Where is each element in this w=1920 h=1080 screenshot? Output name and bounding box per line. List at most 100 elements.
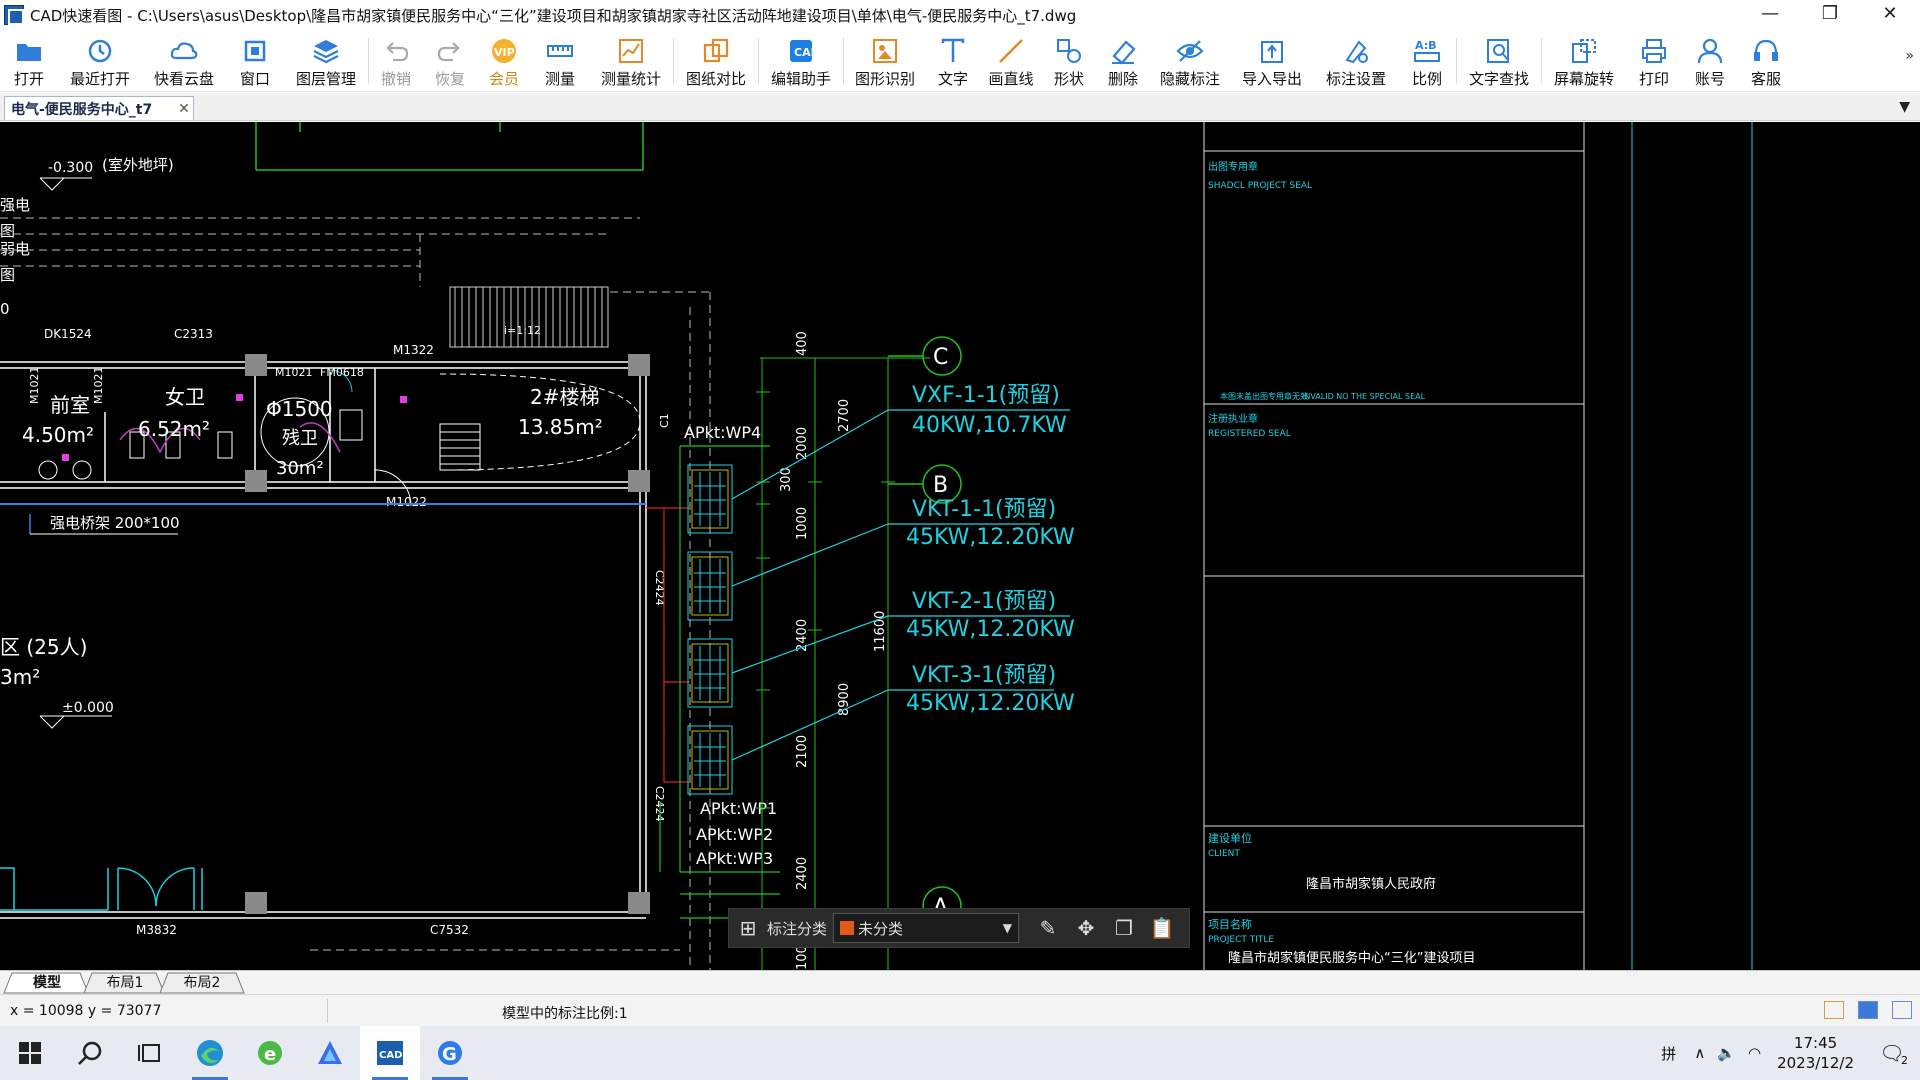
client-name: 隆昌市胡家镇人民政府 xyxy=(1306,876,1436,892)
toolbar-button-rotate-screen[interactable]: 屏幕旋转 xyxy=(1542,30,1626,92)
restore-button[interactable]: ❐ xyxy=(1800,0,1860,30)
toolbar-button-window[interactable]: 窗口 xyxy=(226,30,284,92)
drawing-canvas[interactable]: -0.300 (室外地坪) ±0.000 强电 图 弱电 图 0 i=1:12 xyxy=(0,122,1920,970)
dimension-text: 2700 xyxy=(837,399,852,432)
text-icon xyxy=(941,38,965,62)
feishu-icon[interactable] xyxy=(300,1026,360,1080)
cad-viewer-icon[interactable]: CAD xyxy=(360,1026,420,1080)
ie-icon[interactable]: e xyxy=(240,1026,300,1080)
chevron-down-icon: ▼ xyxy=(1002,921,1013,935)
notification-icon[interactable]: 🗨 2 xyxy=(1872,1041,1912,1067)
minimize-button[interactable]: — xyxy=(1740,0,1800,30)
edit-annotation-icon[interactable]: ✎ xyxy=(1029,909,1067,947)
status-bar: x = 10098 y = 73077 模型中的标注比例:1 xyxy=(0,994,1920,1026)
eraser-icon xyxy=(1112,40,1136,65)
toolbar-button-shapes[interactable]: 形状 xyxy=(1042,30,1096,92)
chrome-g-icon[interactable]: G xyxy=(420,1026,480,1080)
svg-text:e: e xyxy=(264,1044,276,1065)
room-label: 6.52m² xyxy=(138,417,210,441)
title-block-cn: 项目名称 xyxy=(1208,917,1252,931)
start-icon[interactable] xyxy=(0,1026,60,1080)
task-view-icon[interactable] xyxy=(120,1026,180,1080)
toolbar-button-printer[interactable]: 打印 xyxy=(1626,30,1682,92)
line-icon xyxy=(999,39,1023,63)
toggle-view-icon[interactable] xyxy=(1858,1001,1878,1019)
headset-icon xyxy=(1754,39,1778,61)
room-label: 女卫 xyxy=(165,385,205,409)
import-export-icon xyxy=(1261,41,1283,63)
toolbar-button-line[interactable]: 画直线 xyxy=(980,30,1042,92)
toolbar-button-eraser[interactable]: 删除 xyxy=(1096,30,1150,92)
speaker-icon[interactable]: 🔈 xyxy=(1717,1044,1736,1062)
layout-tab-bar: 模型 布局1 布局2 xyxy=(0,970,1920,994)
toolbar-label: 形状 xyxy=(1053,70,1084,88)
layout-icon[interactable] xyxy=(1824,1001,1844,1019)
toolbar-button-vip-badge[interactable]: VIP 会员 xyxy=(477,30,531,92)
room-label: C1 xyxy=(658,413,671,428)
toolbar-button-text-search[interactable]: 文字查找 xyxy=(1457,30,1541,92)
redo-icon xyxy=(437,42,460,62)
left-label: 0 xyxy=(0,300,10,318)
title-bar: CAD快速看图 - C:\Users\asus\Desktop\隆昌市胡家镇便民… xyxy=(0,0,1920,30)
toolbar-button-edit-assistant[interactable]: CAD 编辑助手 xyxy=(759,30,843,92)
toolbar-button-recent-clock[interactable]: 最近打开 xyxy=(58,30,142,92)
title-block-en: SHADCL PROJECT SEAL xyxy=(1208,181,1312,191)
toolbar-overflow-icon[interactable]: » xyxy=(1905,48,1914,64)
toolbar-label: 快看云盘 xyxy=(153,70,214,88)
toolbar-label: 隐藏标注 xyxy=(1159,70,1220,88)
room-label: 4.50m² xyxy=(22,423,94,447)
document-tab[interactable]: 电气-便民服务中心_t7 ✕ xyxy=(4,96,194,120)
search-icon[interactable] xyxy=(60,1026,120,1080)
toolbar-button-layers[interactable]: 图层管理 xyxy=(284,30,368,92)
room-label: 13.85m² xyxy=(518,415,603,439)
toolbar-button-ruler[interactable]: 测量 xyxy=(531,30,589,92)
wifi-icon[interactable]: ◠ xyxy=(1748,1044,1761,1062)
toolbar-button-undo[interactable]: 撤销 xyxy=(369,30,423,92)
window-icon xyxy=(244,40,266,62)
undo-icon xyxy=(386,42,409,62)
svg-text:A:B: A:B xyxy=(1415,39,1437,52)
close-tab-icon[interactable]: ✕ xyxy=(175,101,193,117)
tab-layout1[interactable]: 布局1 xyxy=(92,973,158,993)
paste-icon[interactable]: 📋 xyxy=(1143,909,1181,947)
toolbar-button-cloud[interactable]: 快看云盘 xyxy=(142,30,226,92)
measure-stats-icon xyxy=(619,39,643,63)
toolbar-button-scale[interactable]: A:B 比例 xyxy=(1398,30,1456,92)
ime-indicator[interactable]: 拼 xyxy=(1661,1043,1676,1064)
clock[interactable]: 17:45 2023/12/2 xyxy=(1777,1033,1854,1073)
title-block-en: INVALID NO THE SPECIAL SEAL xyxy=(1302,392,1426,401)
toolbar-button-compare[interactable]: 图纸对比 xyxy=(674,30,758,92)
toolbar-label: 账号 xyxy=(1694,70,1725,88)
clock-time: 17:45 xyxy=(1793,1034,1838,1052)
clock-date: 2023/12/2 xyxy=(1777,1054,1854,1072)
dimension-text: 2100 xyxy=(795,735,810,768)
toolbar-button-annotation-settings[interactable]: 标注设置 xyxy=(1314,30,1398,92)
chevron-up-icon[interactable]: ∧ xyxy=(1694,1044,1705,1062)
fullscreen-icon[interactable] xyxy=(1892,1001,1912,1019)
toolbar-button-import-export[interactable]: 导入导出 xyxy=(1230,30,1314,92)
toolbar-button-hide-eye[interactable]: 隐藏标注 xyxy=(1150,30,1230,92)
toolbar-label: 导入导出 xyxy=(1241,70,1302,88)
equipment-name: VKT-3-1(预留) xyxy=(912,663,1056,688)
toolbar-button-open-folder[interactable]: 打开 xyxy=(0,30,58,92)
tab-list-dropdown-icon[interactable]: ▼ xyxy=(1899,99,1910,115)
grid-apps-icon[interactable]: ⊞ xyxy=(729,909,767,947)
toolbar-button-redo[interactable]: 恢复 xyxy=(423,30,477,92)
svg-text:VIP: VIP xyxy=(494,46,515,59)
tab-model[interactable]: 模型 xyxy=(12,973,82,993)
toolbar-button-account[interactable]: 账号 xyxy=(1682,30,1738,92)
tab-layout2[interactable]: 布局2 xyxy=(168,973,236,993)
toolbar-button-headset[interactable]: 客服 xyxy=(1738,30,1794,92)
room-label: M1021 xyxy=(275,366,313,379)
move-icon[interactable]: ✥ xyxy=(1067,909,1105,947)
annotation-category-select[interactable]: 未分类 ▼ xyxy=(833,913,1020,943)
toolbar-button-text[interactable]: 文字 xyxy=(926,30,980,92)
toolbar-button-shape-recognize[interactable]: 图形识别 xyxy=(844,30,926,92)
toolbar-button-measure-stats[interactable]: 测量统计 xyxy=(589,30,673,92)
dimension-text: 8900 xyxy=(837,683,852,716)
copy-icon[interactable]: ❐ xyxy=(1105,909,1143,947)
room-label: M3832 xyxy=(136,923,177,937)
edge-icon[interactable] xyxy=(180,1026,240,1080)
close-button[interactable]: ✕ xyxy=(1860,0,1920,30)
equipment-load: 40KW,10.7KW xyxy=(912,413,1067,438)
